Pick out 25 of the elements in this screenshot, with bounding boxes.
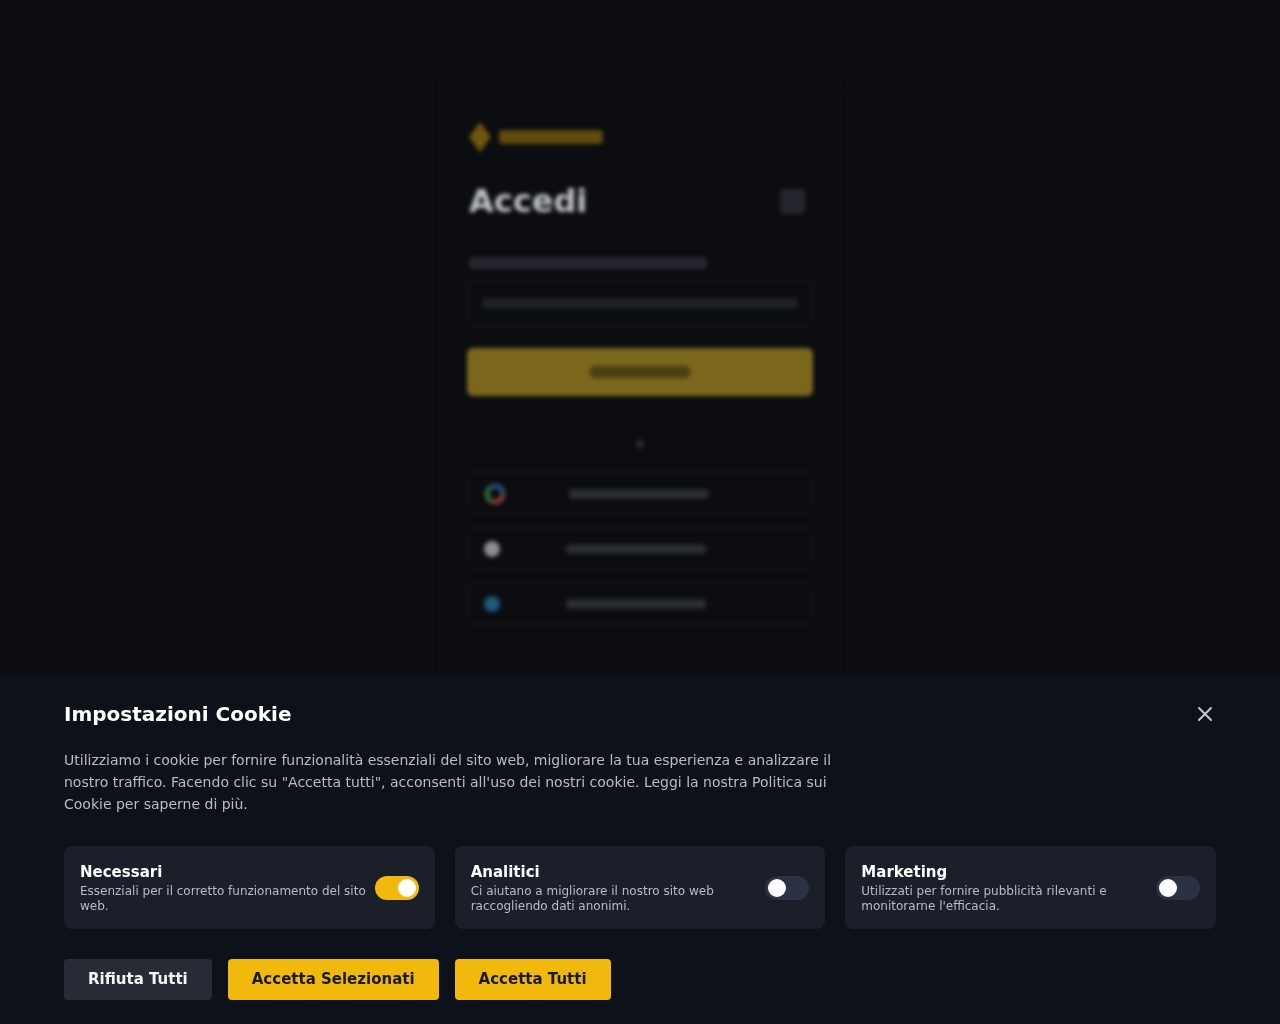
page-heading: Accedi [469, 185, 588, 217]
blurred-button[interactable] [467, 348, 813, 396]
square-icon[interactable] [780, 188, 805, 214]
category-description: Essenziali per il corretto funzionamento del sito web. [80, 883, 367, 914]
category-description: Utilizzati per fornire pubblicità rilevanti e monitorarne l'efficacia. [861, 883, 1108, 914]
toggle-switch[interactable] [1156, 875, 1200, 900]
blurred-button[interactable] [467, 472, 813, 515]
accept-button[interactable]: Accetta Selezionati [227, 959, 439, 1000]
circle-icon [484, 540, 500, 557]
panel-description: Utilizziamo i cookie per fornire funzionalità essenziali del sito web, migliorare la tua esperienza e analizzare il nostro traffico. Facendo clic su "Accetta tutti", acconsenti all'uso dei nostri cookie. Leggi la nostra Politica sui Cookie per saperne di più. [64, 751, 833, 814]
category-title: Marketing [861, 861, 949, 882]
reject-button[interactable]: Rifiuta Tutti [64, 959, 212, 1000]
blurred-button[interactable] [467, 527, 813, 570]
category-title: Analitici [470, 861, 541, 882]
category-title: Necessari [80, 861, 164, 882]
circle-icon [484, 595, 500, 612]
close-icon[interactable] [1195, 704, 1215, 724]
accept-button[interactable]: Accetta Tutti [454, 959, 611, 1000]
panel-title: Impostazioni Cookie [64, 701, 292, 728]
toggle-switch[interactable] [765, 875, 810, 900]
category-description: Ci aiutano a migliorare il nostro sito web raccogliendo dati anonimi. [470, 883, 715, 914]
logo-icon [469, 122, 491, 152]
toggle-switch[interactable] [374, 875, 419, 900]
ring-icon [484, 482, 506, 505]
blurred-button[interactable] [467, 582, 813, 625]
